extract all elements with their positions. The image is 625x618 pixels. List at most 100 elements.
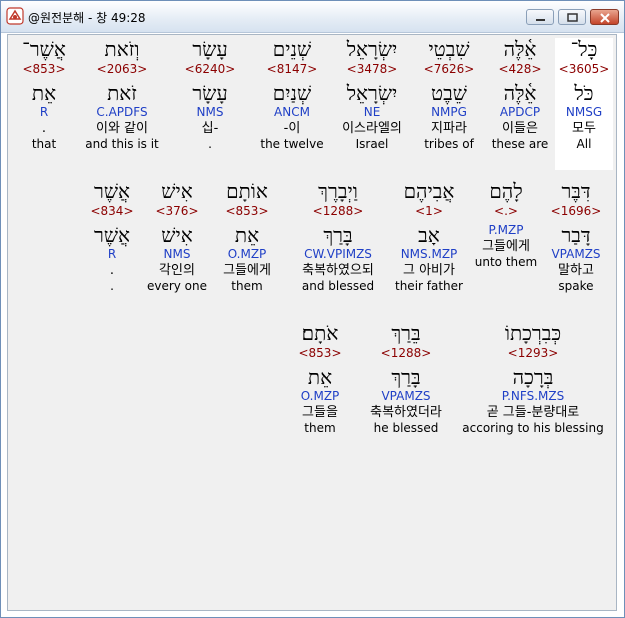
word-column[interactable]: עָשָׂר <6240> עָשָׂר NMS 십- . [173,38,247,151]
english-gloss: . [208,137,212,151]
word-column[interactable]: שְׁנֵים <8147> שְׁנַיִם ANCM -이 the twel… [253,38,331,151]
korean-gloss: 그들을 [302,405,338,420]
app-window: @원전분해 - 창 49:28 כָּל־ <3605> כֹּל NMSG 모… [0,0,625,618]
strong-number[interactable]: <853> [214,204,280,218]
hebrew-word: אוֹתָם [226,179,268,203]
english-gloss: unto them [474,255,538,269]
word-column[interactable]: שִׁבְטֵי <7626> שֵׁבֶט NMPG 지파라 tribes o… [411,38,487,151]
english-gloss: that [31,137,57,151]
english-gloss: the twelve [260,137,324,151]
korean-gloss: 모두 [572,121,596,136]
morphology: R [107,247,117,261]
morphology: NMSG [565,105,603,119]
title-bar[interactable]: @원전분해 - 창 49:28 [1,1,624,33]
lemma: שֵׁבֶט [431,81,467,105]
word-column[interactable]: יִשְׂרָאֵל <3478> יִשְׂרָאֵל NE 이스라엘의 Is… [326,38,418,151]
hebrew-word: בֵּרַךְ [391,321,421,345]
korean-gloss: 이와 같이 [96,121,148,136]
korean-gloss: . [109,263,115,278]
close-button[interactable] [590,9,619,25]
english-gloss: and blessed [301,279,375,293]
strong-number[interactable]: <3605> [555,62,613,76]
korean-gloss: . [41,121,47,136]
lemma: עָשָׂר [192,81,228,105]
word-column[interactable]: וַיְבָרֶךְ <1288> בָּרַךְ CW.VPIMZS 축복하였… [293,180,383,293]
close-icon [600,13,610,23]
strong-number[interactable]: <.> [471,204,541,218]
hebrew-word: אֲשֶׁר־ [22,37,66,61]
word-column[interactable]: אֲבִיהֶם <1> אָב NMS.MZP 그 아비가 their fat… [390,180,468,293]
strong-number[interactable]: <376> [145,204,209,218]
korean-gloss: 지파라 [431,121,467,136]
strong-number[interactable]: <1288> [293,204,383,218]
english-gloss: these are [491,137,549,151]
morphology: O.MZP [300,389,340,403]
strong-number[interactable]: <7626> [411,62,487,76]
english-gloss: All [576,137,592,151]
morphology: NE [363,105,381,119]
word-column[interactable]: דִּבֶּר <1696> דָּבַר VPAMZS 말하고 spake [545,180,607,293]
english-gloss: tribes of [424,137,474,151]
strong-number[interactable]: <428> [485,62,555,76]
maximize-icon [567,13,578,22]
strong-number[interactable]: <3478> [326,62,418,76]
word-column[interactable]: אוֹתָם <853> אֵת O.MZP 그들에게 them [214,180,280,293]
word-column[interactable]: אֲשֶׁר <834> אֲשֶׁר R . . [82,180,142,293]
strong-number[interactable]: <853> [10,62,78,76]
hebrew-word: אֹתָם׃ [301,321,339,345]
word-column[interactable]: אֲשֶׁר־ <853> אֵת R . that [10,38,78,151]
hebrew-word: שְׁנֵים [272,37,312,61]
morphology: R [39,105,49,119]
minimize-icon [536,19,545,21]
lemma: אֵ֫לֶּה [503,81,537,105]
lemma: יִשְׂרָאֵל [346,81,398,105]
word-column[interactable]: בֵּרַךְ <1288> בָּרַךְ VPAMZS 축복하였더라 he … [360,322,452,435]
morphology: P.NFS.MZS [501,389,565,403]
strong-number[interactable]: <1293> [458,346,608,360]
lemma: זֹאת [107,81,137,105]
hebrew-word: וְזֹאת [104,37,140,61]
word-column[interactable]: אִישׁ <376> אִישׁ NMS 각인의 every one [145,180,209,293]
interlinear-panel[interactable]: כָּל־ <3605> כֹּל NMSG 모두 All אֵ֫לֶּה <4… [7,34,617,611]
english-gloss: . [110,279,114,293]
word-column[interactable]: כְּבִרְכָתוֹ <1293> בְּרָכָה P.NFS.MZS 곧… [458,322,608,435]
lemma: אָב [418,223,440,247]
maximize-button[interactable] [558,9,586,25]
strong-number[interactable]: <2063> [80,62,164,76]
morphology: APDCP [499,105,541,119]
strong-number[interactable]: <834> [82,204,142,218]
word-column[interactable]: אֵ֫לֶּה <428> אֵ֫לֶּה APDCP 이들은 these ar… [485,38,555,151]
lemma: אֲשֶׁר [94,223,130,247]
lemma: אֵת [234,223,260,247]
korean-gloss: 그 아비가 [403,263,455,278]
korean-gloss: 그들에게 [482,239,530,254]
lemma: אֵת [31,81,57,105]
english-gloss: every one [146,279,208,293]
morphology: NMS.MZP [400,247,458,261]
strong-number[interactable]: <1696> [545,204,607,218]
strong-number[interactable]: <853> [288,346,352,360]
strong-number[interactable]: <6240> [173,62,247,76]
strong-number[interactable]: <1288> [360,346,452,360]
hebrew-word: כְּבִרְכָתוֹ [504,321,562,345]
hebrew-word: אִישׁ [161,179,193,203]
lemma: אִישׁ [161,223,193,247]
hebrew-word: אֲבִיהֶם [403,179,455,203]
morphology: VPAMZS [551,247,601,261]
english-gloss: and this is it [85,137,159,151]
morphology: NMS [196,105,224,119]
strong-number[interactable]: <8147> [253,62,331,76]
minimize-button[interactable] [526,9,554,25]
lemma: אֵת [307,365,333,389]
korean-gloss: 그들에게 [223,263,271,278]
word-column[interactable]: וְזֹאת <2063> זֹאת C.APDFS 이와 같이 and thi… [80,38,164,151]
hebrew-word: אֲשֶׁר [94,179,130,203]
morphology: CW.VPIMZS [304,247,372,261]
korean-gloss: 곧 그들-분량대로 [486,405,580,420]
word-column[interactable]: כָּל־ <3605> כֹּל NMSG 모두 All [555,38,613,170]
word-column[interactable]: אֹתָם׃ <853> אֵת O.MZP 그들을 them [288,322,352,435]
lemma: שְׁנַיִם [272,81,312,105]
korean-gloss: 말하고 [558,263,594,278]
strong-number[interactable]: <1> [390,204,468,218]
word-column[interactable]: לָהֶם <.> P.MZP 그들에게 unto them [471,180,541,269]
